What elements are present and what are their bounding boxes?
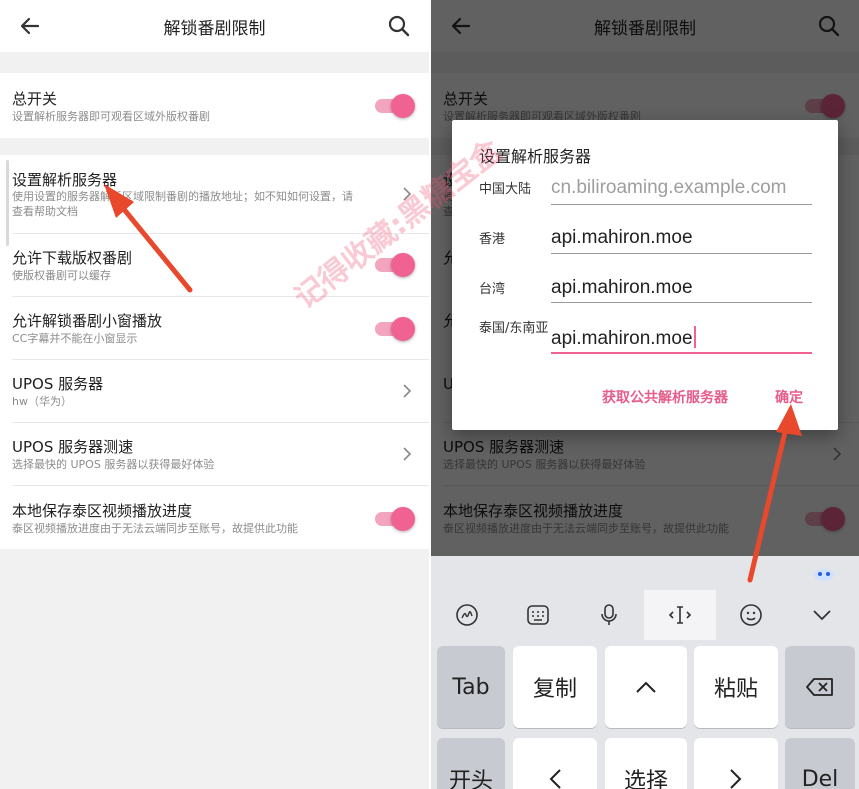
hongkong-server-value: api.mahiron.moe [551,227,693,248]
upos-speedtest-row[interactable]: UPOS 服务器测速 选择最快的 UPOS 服务器以获得最好体验 [0,423,429,485]
confirm-button[interactable]: 确定 [775,387,803,407]
pip-setting-row[interactable]: 允许解锁番剧小窗播放 CC字幕并不能在小窗显示 [0,297,429,359]
server-setting-title: 设置解析服务器 [12,171,118,189]
master-switch-row[interactable]: 总开关 设置解析服务器即可观看区域外版权番剧 [0,73,429,138]
master-switch-subtitle: 设置解析服务器即可观看区域外版权番剧 [12,110,210,123]
chevron-right-icon [403,447,412,461]
th-progress-subtitle: 泰区视频播放进度由于无法云端同步至账号，故提供此功能 [12,522,298,535]
cursor-move-icon[interactable] [644,590,716,640]
master-switch-title: 总开关 [12,90,58,108]
page-title: 解锁番剧限制 [163,19,266,39]
mainland-server-field[interactable]: 中国大陆 cn.biliroaming.example.com [452,172,838,220]
search-icon[interactable] [385,12,413,40]
pip-setting-title: 允许解锁番剧小窗播放 [12,312,163,330]
download-toggle[interactable] [375,253,415,277]
keyboard-icon[interactable] [502,590,574,640]
top-app-bar: 解锁番剧限制 [0,0,429,52]
microphone-icon[interactable] [573,590,645,640]
taiwan-server-value: api.mahiron.moe [551,277,693,298]
dialog-title: 设置解析服务器 [479,147,592,166]
chevron-right-icon [403,384,412,398]
backspace-key[interactable] [785,646,855,728]
server-setting-subtitle-2: 查看帮助文档 [12,205,78,218]
hongkong-server-field[interactable]: 香港 api.mahiron.moe [452,224,838,272]
pip-setting-subtitle: CC字幕并不能在小窗显示 [12,332,138,345]
download-setting-title: 允许下载版权番剧 [12,249,133,267]
keyboard-toolbar [431,556,859,642]
delete-key[interactable]: Del [785,738,855,789]
pip-toggle[interactable] [375,317,415,341]
upos-speedtest-title: UPOS 服务器测速 [12,438,134,456]
select-key[interactable]: 选择 [605,738,687,789]
download-setting-subtitle: 使版权番剧可以缓存 [12,269,111,282]
handwriting-input-icon[interactable] [431,590,503,640]
th-sea-server-value: api.mahiron.moe [551,328,693,349]
copy-key[interactable]: 复制 [513,646,597,728]
field-label: 台湾 [479,282,506,297]
field-underline [551,253,812,254]
th-progress-row[interactable]: 本地保存泰区视频播放进度 泰区视频播放进度由于无法云端同步至账号，故提供此功能 [0,486,429,549]
settings-screen-with-dialog: 解锁番剧限制 总开关 设置解析服务器即可观看区域外版权番剧 设置解析服务器 使用… [431,0,859,789]
th-progress-title: 本地保存泰区视频播放进度 [12,502,193,520]
assistant-icon[interactable] [813,566,835,582]
field-underline [551,204,812,205]
mainland-server-placeholder: cn.biliroaming.example.com [551,177,787,198]
backspace-icon [806,678,833,696]
field-label: 泰国/东南亚 [479,321,549,336]
settings-screen: 解锁番剧限制 总开关 设置解析服务器即可观看区域外版权番剧 设置解析服务器 使用… [0,0,429,789]
home-key[interactable]: 开头 [437,738,505,789]
master-switch-toggle[interactable] [375,94,415,118]
taiwan-server-field[interactable]: 台湾 api.mahiron.moe [452,274,838,322]
scroll-indicator [6,160,9,246]
upos-server-row[interactable]: UPOS 服务器 hw（华为） [0,360,429,422]
get-public-server-button[interactable]: 获取公共解析服务器 [602,387,728,407]
cursor-right-key[interactable] [694,738,778,789]
server-setting-subtitle: 使用设置的服务器解析区域限制番剧的播放地址；如不知如何设置，请 [12,190,353,203]
tab-key[interactable]: Tab [437,646,505,728]
field-label: 香港 [479,232,506,247]
master-switch-card: 总开关 设置解析服务器即可观看区域外版权番剧 [0,73,429,138]
collapse-keyboard-icon[interactable] [786,590,858,640]
th-sea-server-field[interactable]: 泰国/东南亚 api.mahiron.moe [452,318,838,378]
field-underline-active [551,352,812,354]
server-dialog: 设置解析服务器 中国大陆 cn.biliroaming.example.com … [452,120,838,430]
settings-list: 设置解析服务器 使用设置的服务器解析区域限制番剧的播放地址；如不知如何设置，请 … [0,155,429,549]
upos-server-subtitle: hw（华为） [12,395,72,408]
field-label: 中国大陆 [479,182,532,197]
emoji-icon[interactable] [715,590,787,640]
field-underline [551,302,812,303]
text-cursor [693,326,696,348]
th-progress-toggle[interactable] [375,507,415,531]
soft-keyboard: Tab 复制 粘贴 开头 选择 Del [431,556,859,789]
chevron-right-icon [403,187,412,201]
upos-speedtest-subtitle: 选择最快的 UPOS 服务器以获得最好体验 [12,458,215,471]
upos-server-title: UPOS 服务器 [12,375,104,393]
download-setting-row[interactable]: 允许下载版权番剧 使版权番剧可以缓存 [0,234,429,296]
paste-key[interactable]: 粘贴 [694,646,778,728]
cursor-left-key[interactable] [513,738,597,789]
cursor-up-key[interactable] [605,646,687,728]
server-setting-row[interactable]: 设置解析服务器 使用设置的服务器解析区域限制番剧的播放地址；如不知如何设置，请 … [0,155,429,233]
